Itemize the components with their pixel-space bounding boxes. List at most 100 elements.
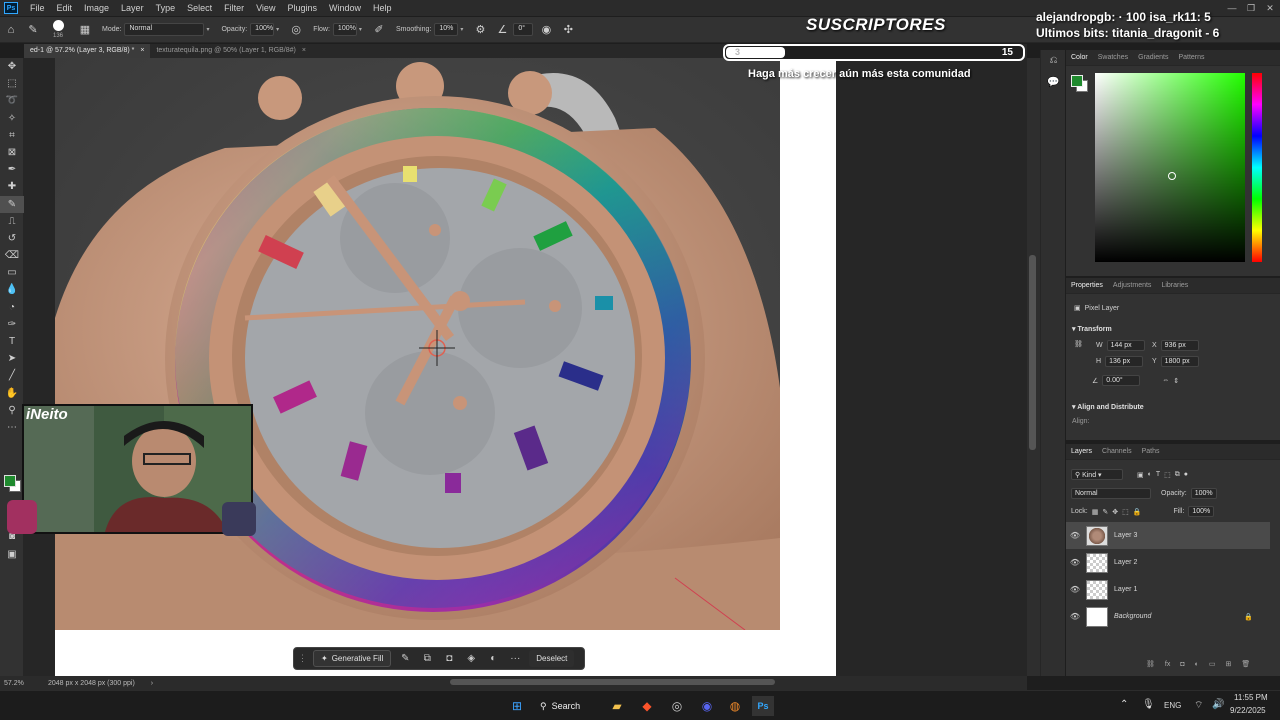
add-mask-icon[interactable]: ◘ [1180,661,1184,668]
opacity-field[interactable]: 100% [250,23,275,36]
layer-row-background[interactable]: 👁 Background 🔒 [1066,603,1270,630]
lock-transparent-icon[interactable]: ▦ [1092,508,1099,516]
hue-slider[interactable] [1252,73,1262,262]
photoshop-taskbar-icon[interactable]: Ps [752,696,774,716]
zoom-tool-icon[interactable]: ⚲ [0,402,24,419]
menu-type[interactable]: Type [150,3,182,13]
layer-row-layer-2[interactable]: 👁 Layer 2 [1066,549,1270,576]
lock-position-icon[interactable]: ✥ [1112,508,1118,516]
y-field[interactable]: 1800 px [1160,356,1199,367]
flip-vertical-icon[interactable]: ⇕ [1173,377,1179,385]
gradient-tool-icon[interactable]: ▭ [0,264,24,281]
tray-chevron-icon[interactable]: ⌃ [1120,699,1128,710]
dodge-tool-icon[interactable]: ◔ [0,299,24,316]
blend-mode-select[interactable]: Normal [1071,488,1151,499]
adjustment-layer-icon[interactable]: ◐ [485,651,501,667]
layer-style-icon[interactable]: fx [1165,661,1170,668]
clone-stamp-icon[interactable]: ⎍ [0,213,24,230]
tab-patterns[interactable]: Patterns [1173,54,1209,61]
screen-mode-icon[interactable]: ▣ [0,546,24,563]
menu-layer[interactable]: Layer [115,3,150,13]
pen-tool-icon[interactable]: ✑ [0,316,24,333]
blur-tool-icon[interactable]: 💧 [0,281,24,298]
brush-settings-icon[interactable]: ▦ [77,22,93,38]
network-icon[interactable]: ⌔ [1194,699,1203,712]
horizontal-scroll-thumb[interactable] [450,679,775,685]
eye-icon[interactable]: 👁 [1066,612,1084,621]
delete-layer-icon[interactable]: 🗑 [1241,660,1250,668]
tab-channels[interactable]: Channels [1097,448,1137,455]
layer-opacity-field[interactable]: 100% [1190,488,1217,499]
history-brush-icon[interactable]: ↺ [0,230,24,247]
clock-time[interactable]: 11:55 PM [1234,693,1268,702]
filter-toggle-icon[interactable]: ● [1184,471,1188,478]
menu-edit[interactable]: Edit [51,3,79,13]
menu-window[interactable]: Window [323,3,367,13]
mode-select[interactable]: Normal [124,23,205,36]
marquee-tool-icon[interactable]: ⬚ [0,75,24,92]
filter-pixel-icon[interactable]: ▣ [1137,471,1144,479]
home-icon[interactable]: ⌂ [3,22,19,38]
filter-smart-icon[interactable]: ⧉ [1175,471,1180,479]
discord-icon[interactable]: ◉ [696,696,718,716]
color-picker-field[interactable] [1095,73,1245,262]
lasso-tool-icon[interactable]: ➰ [0,92,24,109]
lock-image-icon[interactable]: ✎ [1102,508,1108,516]
angle-field[interactable]: 0.00° [1102,375,1141,386]
microphone-icon[interactable]: 🎙 [1142,699,1155,710]
generative-fill-button[interactable]: ✦ Generative Fill [313,650,392,667]
menu-file[interactable]: File [24,3,51,13]
lock-all-icon[interactable]: 🔒 [1133,508,1142,516]
menu-image[interactable]: Image [78,3,115,13]
document-tab-texturatequila[interactable]: texturatequila.png @ 50% (Layer 1, RGB/8… [150,44,312,58]
eye-icon[interactable]: 👁 [1066,531,1084,540]
angle-field[interactable]: 0° [513,23,534,36]
brush-size-picker[interactable]: 136 [46,19,72,41]
pressure-opacity-icon[interactable]: ◎ [288,22,304,38]
more-options-icon[interactable]: ··· [507,651,523,667]
crop-tool-icon[interactable]: ⌗ [0,127,24,144]
link-wh-icon[interactable]: ⛓ [1074,340,1083,348]
comments-panel-icon[interactable]: 💬 [1041,72,1066,94]
tab-close-icon[interactable]: × [140,44,144,58]
history-panel-icon[interactable]: ⎌ [1041,50,1066,72]
document-canvas[interactable] [24,58,1027,676]
document-tab-active[interactable]: ed-1 @ 57.2% (Layer 3, RGB/8) * × [24,44,151,58]
object-select-tool-icon[interactable]: ✧ [0,110,24,127]
menu-view[interactable]: View [250,3,281,13]
language-indicator[interactable]: ENG [1164,701,1181,710]
layer-kind-filter[interactable]: ⚲ Kind ▾ [1071,469,1123,480]
filter-shape-icon[interactable]: ⬚ [1164,471,1171,479]
taskbar-search[interactable]: ⚲ Search [540,696,596,716]
height-field[interactable]: 136 px [1105,356,1144,367]
file-explorer-icon[interactable]: ▰ [606,696,628,716]
new-group-icon[interactable]: ▭ [1209,660,1216,668]
symmetry-icon[interactable]: ✣ [560,22,576,38]
layer-row-layer-1[interactable]: 👁 Layer 1 [1066,576,1270,603]
healing-brush-icon[interactable]: ✚ [0,178,24,195]
type-tool-icon[interactable]: T [0,333,24,350]
brave-browser-icon[interactable]: ◆ [636,696,658,716]
brush-tool-icon[interactable]: ✎ [0,195,24,213]
tab-properties[interactable]: Properties [1066,282,1108,289]
menu-help[interactable]: Help [367,3,398,13]
smoothing-gear-icon[interactable]: ⚙ [472,22,488,38]
hand-tool-icon[interactable]: ✋ [0,385,24,402]
fill-field[interactable]: 100% [1188,506,1215,517]
blender-icon[interactable]: ◍ [724,696,746,716]
tab-layers[interactable]: Layers [1066,448,1097,455]
menu-filter[interactable]: Filter [218,3,250,13]
lock-artboard-icon[interactable]: ⬚ [1122,508,1129,516]
tab-gradients[interactable]: Gradients [1133,54,1173,61]
tab-adjustments[interactable]: Adjustments [1108,282,1157,289]
frame-tool-icon[interactable]: ⊠ [0,144,24,161]
tab-paths[interactable]: Paths [1137,448,1165,455]
flip-horizontal-icon[interactable]: ⇔ [1162,377,1169,384]
color-picker-marker[interactable] [1168,172,1176,180]
lock-icon[interactable]: 🔒 [1244,613,1253,621]
menu-plugins[interactable]: Plugins [281,3,323,13]
link-layers-icon[interactable]: ⛓ [1146,660,1155,668]
transform-section-title[interactable]: ▾ Transform [1072,325,1112,333]
fill-selection-icon[interactable]: ◈ [463,651,479,667]
status-menu-arrow[interactable]: › [151,680,153,687]
